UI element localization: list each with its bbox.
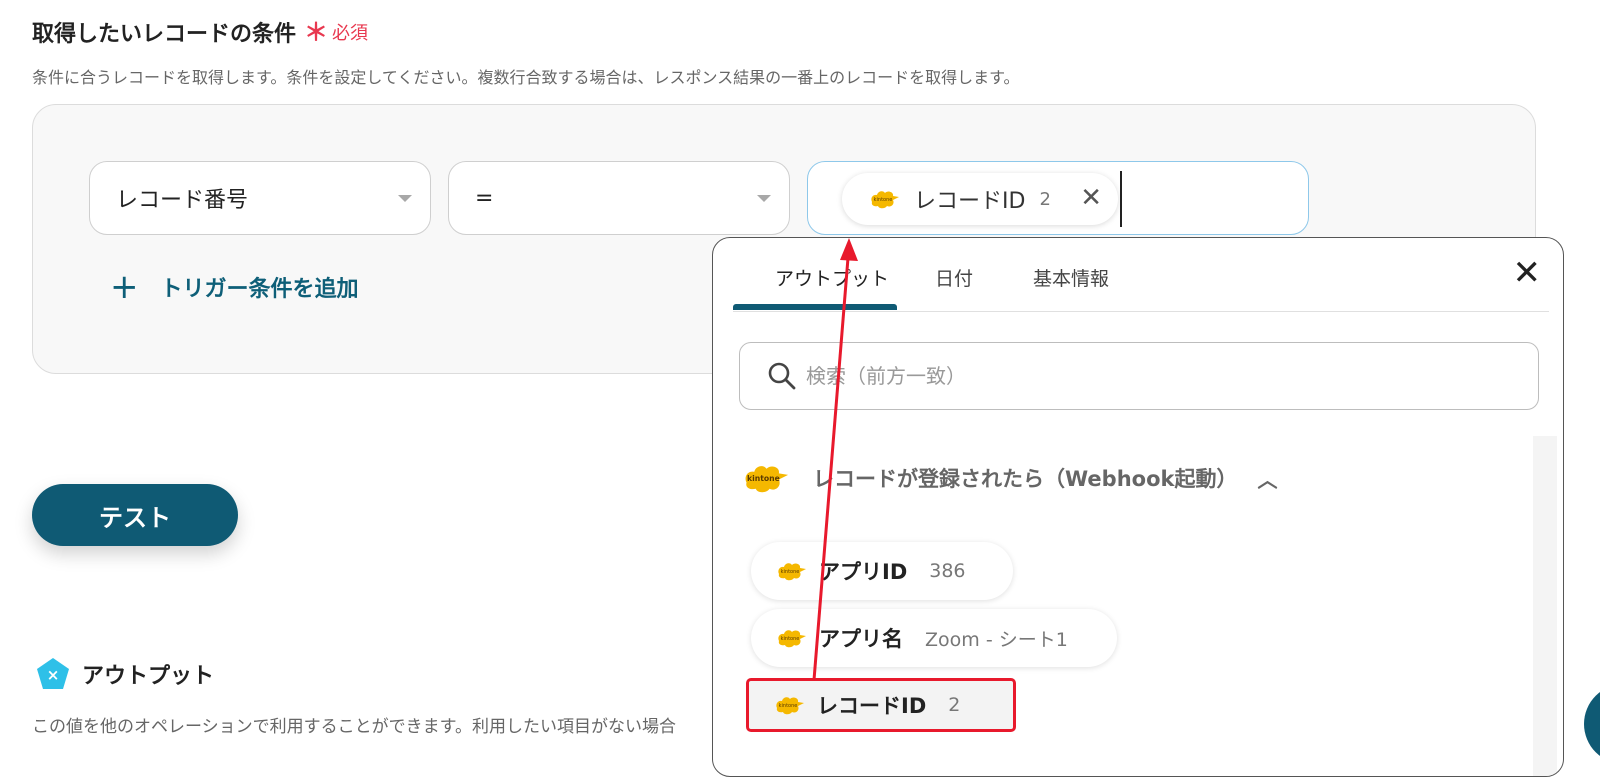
output-title-text: アウトプット [82,664,215,689]
output-group-header[interactable]: kintone レコードが登録されたら（Webhook起動） ︿ [739,458,1277,498]
svg-text:kintone: kintone [747,474,780,483]
value-input[interactable]: kintone レコードID 2 ✕ [807,161,1309,235]
kintone-logo-icon: kintone [773,692,805,718]
svg-text:kintone: kintone [781,636,800,642]
kintone-logo-icon: kintone [775,625,807,651]
output-item-app-name[interactable]: kintone アプリ名 Zoom - シート1 [751,609,1117,667]
add-trigger-condition-button[interactable]: + トリガー条件を追加 [110,270,359,304]
variable-picker-popup: アウトプット 日付 基本情報 ✕ kintone レコードが登録されたら（Web… [712,237,1564,777]
output-description: この値を他のオペレーションで利用することができます。利用したい項目がない場合 [32,717,676,737]
output-item-record-id[interactable]: kintone レコードID 2 [746,678,1016,732]
required-label: 必須 [332,23,369,44]
scrollbar[interactable] [1533,436,1557,776]
kintone-logo-icon: kintone [868,186,900,212]
item-value: 386 [929,560,966,582]
field-select[interactable]: レコード番号 [89,161,431,235]
popup-tabs: アウトプット 日付 基本情報 [733,238,1549,312]
item-label: レコードID [817,694,927,718]
search-box[interactable] [739,342,1539,410]
svg-text:kintone: kintone [874,197,893,203]
tab-basic-info[interactable]: 基本情報 [1033,264,1109,291]
text-cursor [1120,171,1122,227]
item-value: 2 [948,694,961,716]
active-tab-indicator [733,304,897,310]
kintone-logo-icon: kintone [775,558,807,584]
tab-date[interactable]: 日付 [935,264,973,291]
output-icon: × [37,658,69,689]
value-chip-label: レコードID [914,189,1026,214]
tab-output[interactable]: アウトプット [775,264,889,291]
item-label: アプリID [819,560,908,584]
value-chip[interactable]: kintone レコードID 2 ✕ [842,173,1118,225]
kintone-logo-icon: kintone [739,458,791,498]
output-title: × アウトプット [34,656,214,692]
operator-select-value: = [475,185,494,211]
required-star: ＊ [304,18,329,46]
item-value: Zoom - シート1 [925,628,1068,651]
output-item-app-id[interactable]: kintone アプリID 386 [751,542,1013,600]
item-label: アプリ名 [819,627,903,651]
value-chip-number: 2 [1039,188,1051,210]
group-title: レコードが登録されたら（Webhook起動） [813,467,1238,491]
chevron-up-icon[interactable]: ︿ [1257,464,1277,493]
add-trigger-label: トリガー条件を追加 [160,277,359,302]
section-description: 条件に合うレコードを取得します。条件を設定してください。複数行合致する場合は、レ… [32,68,1020,87]
section-title: 取得したいレコードの条件 ＊ 必須 [32,16,368,48]
operator-select[interactable]: = [448,161,790,235]
svg-text:kintone: kintone [779,703,798,709]
close-icon[interactable]: ✕ [1513,256,1542,290]
chevron-down-icon [398,195,412,202]
chevron-down-icon [757,195,771,202]
help-fab[interactable] [1584,684,1600,764]
field-select-value: レコード番号 [116,188,249,213]
plus-icon: + [110,267,139,307]
search-input[interactable] [806,364,1406,388]
test-button[interactable]: テスト [32,484,238,546]
svg-text:kintone: kintone [781,569,800,575]
svg-text:×: × [47,666,60,684]
remove-chip-icon[interactable]: ✕ [1080,185,1102,211]
search-icon [768,362,796,390]
section-title-text: 取得したいレコードの条件 [32,22,297,47]
